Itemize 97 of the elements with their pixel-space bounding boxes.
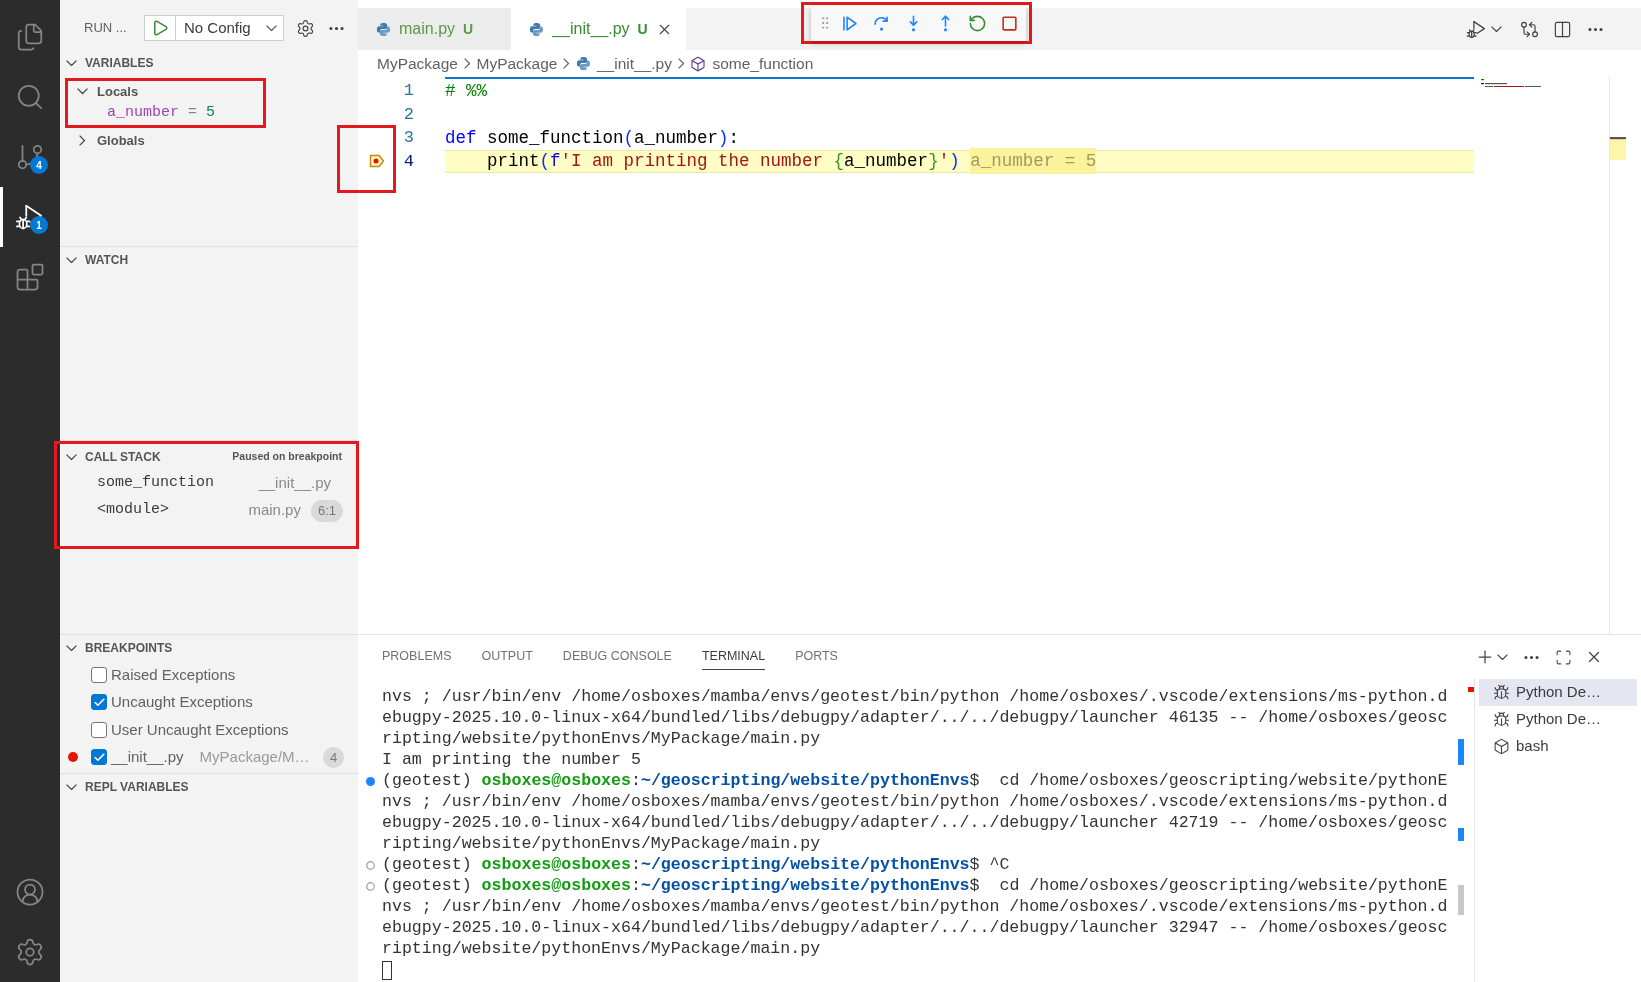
panel-tab[interactable]: DEBUG CONSOLE: [562, 643, 672, 671]
terminal-line: ripting/website/pythonEnvs/MyPackage/main.py: [382, 833, 821, 856]
code-text: print(f'I am printing the number {a_number}'): [486, 150, 960, 174]
compare-icon[interactable]: [1520, 19, 1539, 39]
editor-tab[interactable]: __init__.py U: [511, 8, 686, 50]
files-icon[interactable]: [15, 22, 45, 52]
line-number: 3: [402, 127, 414, 149]
terminal-line: nvs ; /usr/bin/env /home/osboxes/mamba/envs/geotest/bin/python /home/osboxes/.vscode/extensions/ms-python.d: [382, 896, 1448, 919]
terminal-list-item[interactable]: Python De…: [1479, 706, 1637, 733]
section-header[interactable]: CALL STACK: [66, 448, 161, 466]
inline-value: a_number = 5: [970, 148, 1097, 175]
terminal-line: nvs ; /usr/bin/env /home/osboxes/mamba/envs/geotest/bin/python /home/osboxes/.vscode/extensions/ms-python.d: [382, 791, 1448, 814]
stop-icon[interactable]: [999, 13, 1019, 33]
python-file-icon: [529, 21, 545, 37]
notification-badge: 4: [30, 156, 48, 174]
ruler-marker: [1610, 137, 1626, 160]
configuration-dropdown[interactable]: No Config: [176, 16, 283, 40]
breakpoint-path: MyPackage/M…: [199, 747, 310, 767]
play-bug-icon[interactable]: [15, 202, 45, 232]
section-header[interactable]: WATCH: [66, 251, 129, 269]
file-name: __init__.py: [258, 473, 331, 494]
breakpoint-label[interactable]: Uncaught Exceptions: [111, 691, 253, 714]
panel-tab[interactable]: PROBLEMS: [382, 643, 452, 671]
checkbox[interactable]: [91, 721, 107, 738]
breakpoint-label[interactable]: User Uncaught Exceptions: [111, 718, 289, 741]
play-icon[interactable]: [151, 19, 169, 37]
minimap: [1481, 79, 1541, 88]
breadcrumb-item[interactable]: MyPackage: [377, 51, 458, 76]
breadcrumb-item[interactable]: __init__.py: [575, 51, 672, 76]
code-text: # %%: [445, 79, 487, 103]
line-number: 1: [402, 80, 414, 102]
breakpoint-label[interactable]: __init__.py: [111, 746, 184, 769]
sidebar-title: RUN ...: [84, 19, 128, 38]
tree-item[interactable]: Globals: [68, 130, 145, 151]
chevron-right-icon: [677, 58, 685, 69]
breakpoint-label[interactable]: Raised Exceptions: [111, 663, 236, 686]
maximize-icon[interactable]: [1555, 648, 1572, 666]
paused-breakpoint-icon[interactable]: [369, 154, 385, 169]
line-number: 4: [402, 150, 414, 173]
terminal-line: ripting/website/pythonEnvs/MyPackage/main.py: [382, 938, 821, 961]
line-number: 2: [402, 103, 414, 126]
terminal-line: (geotest) osboxes@osboxes:~/geoscripting/website/pythonEnvs$ cd /home/osboxes/geoscripting/website/pythonE: [382, 875, 1448, 898]
terminal-cursor: [382, 961, 392, 980]
checkmark-icon: [92, 750, 106, 764]
terminal-line: ebugpy-2025.10.0-linux-x64/bundled/libs/debugpy/adapter/../../debugpy/launcher 46135 -- /home/osboxes/geosc: [382, 707, 1448, 730]
bug-icon: [1493, 711, 1510, 728]
active-indicator: [0, 187, 3, 247]
function-name[interactable]: <module>: [97, 499, 169, 522]
terminal-line: nvs ; /usr/bin/env /home/osboxes/mamba/envs/geotest/bin/python /home/osboxes/.vscode/extensions/ms-python.d: [382, 686, 1448, 709]
settings-icon[interactable]: [296, 18, 315, 38]
hit-count-badge: 4: [323, 746, 344, 768]
paused-status: Paused on breakpoint: [232, 449, 343, 465]
chevron-down-icon[interactable]: [1491, 25, 1502, 33]
checkmark-icon: [92, 695, 106, 709]
terminal-line: ebugpy-2025.10.0-linux-x64/bundled/libs/debugpy/adapter/../../debugpy/launcher 32947 -- /home/osboxes/geosc: [382, 917, 1448, 940]
checkbox[interactable]: [91, 666, 107, 683]
section-header[interactable]: BREAKPOINTS: [66, 639, 173, 657]
panel-tab[interactable]: PORTS: [795, 643, 838, 671]
terminal-line: ebugpy-2025.10.0-linux-x64/bundled/libs/debugpy/adapter/../../debugpy/launcher 42719 -- /home/osboxes/geosc: [382, 812, 1448, 835]
terminal-line: I am printing the number 5: [382, 749, 641, 772]
cube-icon: [690, 55, 707, 72]
line-column-badge: 6:1: [310, 499, 343, 522]
blocks-icon[interactable]: [15, 262, 45, 292]
python-file-icon: [575, 56, 591, 71]
terminal-line: (geotest) osboxes@osboxes:~/geoscripting/website/pythonEnvs$ cd /home/osboxes/geoscripting/website/pythonE: [382, 770, 1448, 793]
function-name[interactable]: some_function: [97, 472, 215, 495]
notification-badge: 1: [30, 216, 48, 234]
checkbox[interactable]: [91, 694, 107, 711]
tree-item[interactable]: Locals: [68, 81, 139, 102]
bug-icon: [1493, 684, 1510, 701]
section-header[interactable]: VARIABLES: [66, 54, 154, 72]
terminal-list-item[interactable]: Python De…: [1479, 679, 1637, 706]
breakpoint-dot-icon: [68, 752, 78, 763]
settings-icon[interactable]: [15, 937, 45, 967]
panel-tab[interactable]: OUTPUT: [481, 643, 533, 671]
account-icon[interactable]: [15, 877, 45, 907]
chevron-right-icon: [563, 58, 570, 69]
restart-icon[interactable]: [967, 13, 987, 33]
search-icon[interactable]: [15, 82, 45, 112]
breadcrumb-item[interactable]: some_function: [690, 51, 814, 76]
split-editor-icon[interactable]: [1553, 19, 1572, 39]
file-name: main.py: [248, 500, 301, 521]
section-header[interactable]: REPL VARIABLES: [66, 778, 189, 796]
terminal-line: ripting/website/pythonEnvs/MyPackage/main.py: [382, 728, 821, 751]
code-text: def some_function(a_number):: [445, 126, 740, 150]
chevron-down-icon: [266, 24, 277, 32]
cube-icon: [1493, 738, 1510, 755]
variable-entry[interactable]: a_number = 5: [68, 102, 263, 125]
chevron-right-icon: [464, 58, 471, 69]
python-file-icon: [376, 21, 391, 37]
panel-tab[interactable]: TERMINAL: [701, 643, 766, 671]
breadcrumb-item[interactable]: MyPackage: [476, 51, 558, 76]
terminal-line: (geotest) osboxes@osboxes:~/geoscripting/website/pythonEnvs$ ^C: [382, 854, 1010, 877]
terminal-list-item[interactable]: bash: [1479, 733, 1637, 760]
checkbox[interactable]: [91, 749, 107, 766]
chevron-down-icon[interactable]: [1497, 653, 1508, 661]
play-bug-icon[interactable]: [1466, 18, 1487, 40]
